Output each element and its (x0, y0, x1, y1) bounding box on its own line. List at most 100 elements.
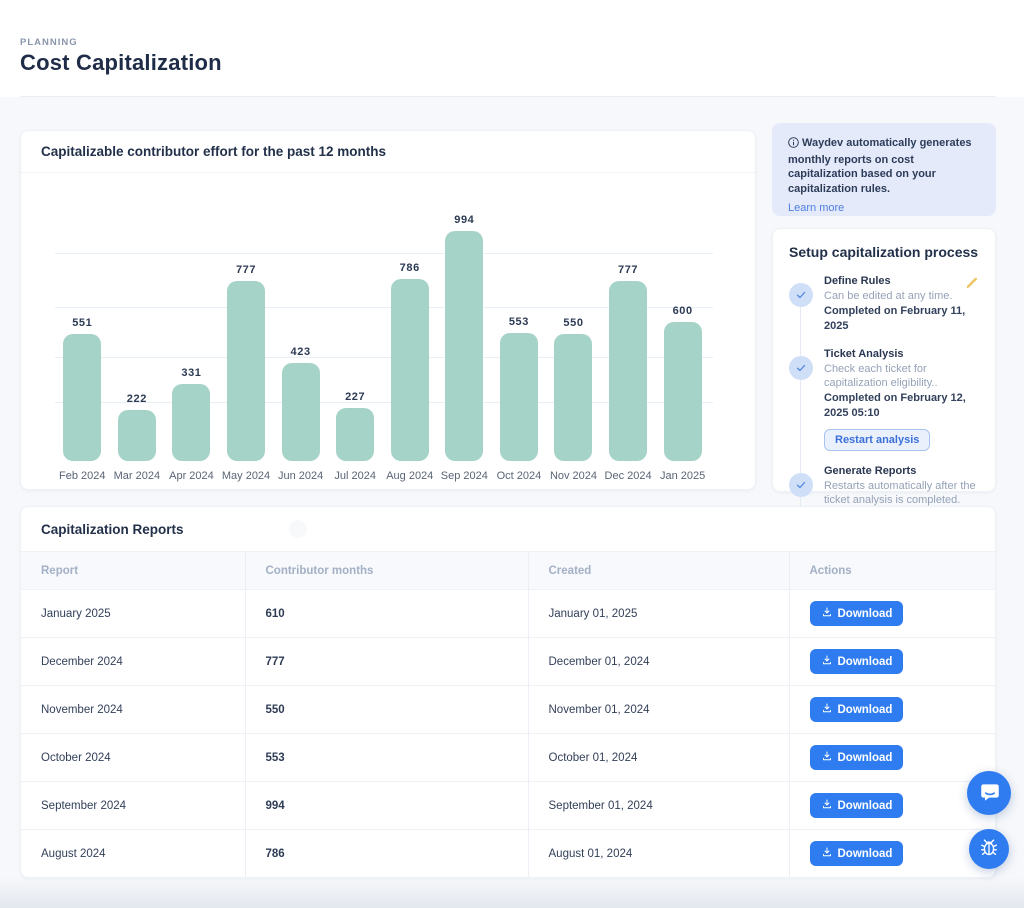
created-date-cell: August 01, 2024 (528, 830, 789, 878)
bar-group-may-2024: 777May 2024 (219, 264, 274, 485)
created-date-cell: November 01, 2024 (528, 686, 789, 734)
column-header-created: Created (528, 552, 789, 590)
actions-cell: Download (789, 830, 995, 878)
contributor-months-cell: 786 (245, 830, 528, 878)
created-date-cell: September 01, 2024 (528, 782, 789, 830)
bar-value-label: 550 (563, 317, 583, 329)
bar-value-label: 994 (454, 214, 474, 226)
x-axis-tick-label: Nov 2024 (550, 470, 597, 485)
table-header-row: Report Contributor months Created Action… (21, 552, 995, 590)
x-axis-tick-label: Apr 2024 (169, 470, 214, 485)
edit-rules-pencil-icon[interactable] (965, 276, 979, 295)
report-name-cell: November 2024 (21, 686, 245, 734)
bar-value-label: 227 (345, 391, 365, 403)
cost-capitalization-page: PLANNING Cost Capitalization Capitalizab… (0, 0, 1024, 908)
bar-group-jan-2025: 600Jan 2025 (655, 305, 710, 485)
report-name-cell: August 2024 (21, 830, 245, 878)
report-name-cell: October 2024 (21, 734, 245, 782)
column-header-actions: Actions (789, 552, 995, 590)
contributor-months-cell: 777 (245, 638, 528, 686)
setup-process-card: Setup capitalization process Define Rule… (772, 228, 996, 492)
download-report-button[interactable]: Download (810, 649, 904, 674)
contributor-months-cell: 994 (245, 782, 528, 830)
bar-chart: 551Feb 2024 222 Mar 2024 331Apr 2024777May … (21, 178, 755, 485)
bar-group-oct-2024: 553Oct 2024 (492, 316, 547, 485)
chart-card-header: Capitalizable contributor effort for the… (21, 131, 755, 173)
bar (391, 279, 429, 461)
contributor-months-cell: 610 (245, 590, 528, 638)
bar-value-label: 551 (72, 317, 92, 329)
download-icon (821, 798, 833, 813)
actions-cell: Download (789, 782, 995, 830)
x-axis-tick-label: Jun 2024 (278, 470, 323, 485)
bar (445, 231, 483, 461)
step-description: Can be edited at any time. (824, 289, 979, 304)
bar (500, 333, 538, 461)
chat-messenger-button[interactable] (967, 771, 1011, 815)
column-header-contributor-months: Contributor months (245, 552, 528, 590)
x-axis-tick-label: Oct 2024 (497, 470, 542, 485)
report-row: January 2025610January 01, 2025 Download (21, 590, 995, 638)
bar (118, 410, 156, 461)
info-icon (788, 137, 799, 153)
bar-group-sep-2024: 994Sep 2024 (437, 214, 492, 485)
created-date-cell: January 01, 2025 (528, 590, 789, 638)
report-row: November 2024550November 01, 2024 Downloa… (21, 686, 995, 734)
setup-steps: Define Rules Can be edited at any time. … (789, 274, 979, 538)
bar (282, 363, 320, 461)
bar (554, 334, 592, 461)
report-name-cell: September 2024 (21, 782, 245, 830)
step-title: Ticket Analysis (824, 347, 979, 362)
download-icon (821, 846, 833, 861)
step-define-rules: Define Rules Can be edited at any time. … (789, 274, 979, 334)
bar-group-jun-2024: 423Jun 2024 (273, 346, 328, 485)
download-report-button[interactable]: Download (810, 841, 904, 866)
created-date-cell: December 01, 2024 (528, 638, 789, 686)
page-title: Cost Capitalization (20, 50, 222, 76)
download-report-button[interactable]: Download (810, 793, 904, 818)
bar-group-apr-2024: 331Apr 2024 (164, 367, 219, 485)
bar-group-dec-2024: 777Dec 2024 (601, 264, 656, 485)
x-axis-tick-label: Mar 2024 (114, 470, 160, 485)
chart-card: Capitalizable contributor effort for the… (20, 130, 756, 490)
step-completed-text: Completed on February 11, 2025 (824, 304, 979, 334)
chart-title: Capitalizable contributor effort for the… (41, 144, 386, 159)
step-completed-text: Completed on February 12, 2025 05:10 (824, 391, 979, 421)
learn-more-link[interactable]: Learn more (788, 202, 844, 214)
bar-value-label: 222 (127, 393, 147, 405)
step-title: Define Rules (824, 274, 979, 289)
report-row: August 2024786August 01, 2024 Download (21, 830, 995, 878)
restart-analysis-button[interactable]: Restart analysis (824, 429, 930, 451)
x-axis-tick-label: Dec 2024 (605, 470, 652, 485)
bar-group-aug-2024: 786Aug 2024 (382, 262, 437, 485)
actions-cell: Download (789, 638, 995, 686)
faint-status-dot (289, 520, 307, 538)
report-row: September 2024994September 01, 2024 Downl… (21, 782, 995, 830)
auto-reports-info-box: Waydev automatically generates monthly r… (772, 123, 996, 216)
download-report-button[interactable]: Download (810, 745, 904, 770)
step-complete-check-icon (789, 283, 813, 307)
bar (609, 281, 647, 461)
report-name-cell: January 2025 (21, 590, 245, 638)
bug-icon (978, 836, 1000, 863)
bar (664, 322, 702, 461)
info-message: Waydev automatically generates monthly r… (788, 137, 972, 195)
page-header: PLANNING Cost Capitalization (0, 0, 1024, 97)
report-bug-button[interactable] (969, 829, 1009, 869)
bar-group-feb-2024: 551Feb 2024 (55, 317, 110, 485)
created-date-cell: October 01, 2024 (528, 734, 789, 782)
bar-value-label: 786 (400, 262, 420, 274)
contributor-months-cell: 550 (245, 686, 528, 734)
report-row: October 2024553October 01, 2024Download (21, 734, 995, 782)
download-report-button[interactable]: Download (810, 697, 904, 722)
chart-bars-area: 551Feb 2024 222 Mar 2024 331Apr 2024777May … (55, 178, 710, 485)
setup-process-title: Setup capitalization process (789, 244, 979, 260)
report-name-cell: December 2024 (21, 638, 245, 686)
bar (336, 408, 374, 461)
reports-card-header: Capitalization Reports (21, 507, 995, 551)
download-report-button[interactable]: Download (810, 601, 904, 626)
column-header-report: Report (21, 552, 245, 590)
bar-group-nov-2024: 550 Nov 2024 (546, 317, 601, 485)
step-complete-check-icon (789, 356, 813, 380)
breadcrumb-section-label: PLANNING (20, 37, 78, 48)
